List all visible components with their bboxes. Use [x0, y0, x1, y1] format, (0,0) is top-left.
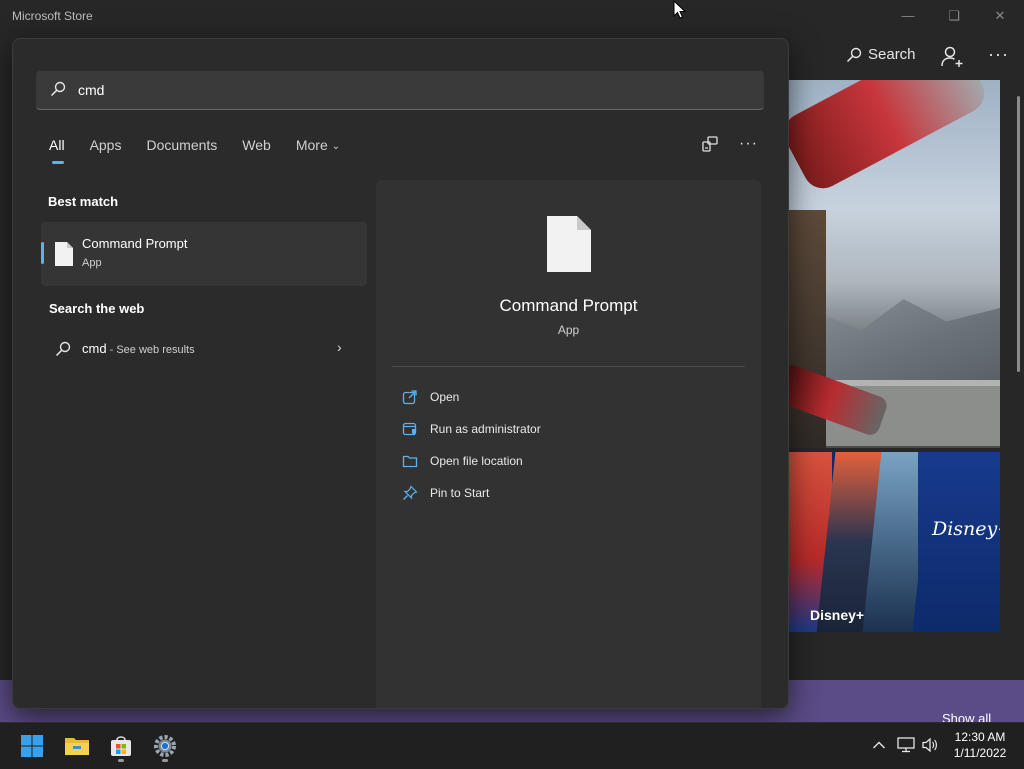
- open-file-location-action[interactable]: Open file location: [402, 449, 523, 473]
- store-titlebar: Microsoft Store — ❏ ✕: [0, 0, 1024, 32]
- settings-icon: [154, 735, 176, 757]
- web-result-text: cmd - See web results: [82, 341, 195, 356]
- chevron-right-icon[interactable]: ›: [337, 339, 349, 355]
- promo-label: Disney+: [810, 607, 865, 623]
- clock-date: 1/11/2022: [953, 746, 1007, 760]
- start-button[interactable]: [17, 731, 47, 761]
- store-search-label: Search: [868, 46, 916, 63]
- search-tools: ···: [701, 135, 758, 153]
- network-icon[interactable]: [896, 735, 916, 755]
- mouse-cursor-icon: [673, 0, 687, 19]
- pin-to-start-action[interactable]: Pin to Start: [402, 481, 489, 505]
- file-icon: [547, 216, 591, 272]
- tab-more[interactable]: More ⌄: [296, 137, 340, 167]
- best-match-name: Command Prompt: [82, 236, 188, 251]
- clock-time: 12:30 AM: [954, 730, 1006, 744]
- shield-admin-icon: [402, 422, 417, 436]
- detail-app-name: Command Prompt: [499, 296, 638, 315]
- microsoft-store-button[interactable]: [106, 731, 136, 761]
- microsoft-store-icon: [111, 736, 131, 756]
- search-filter-tabs: All Apps Documents Web More ⌄: [49, 137, 365, 167]
- start-icon: [21, 735, 43, 757]
- search-icon: [55, 341, 71, 357]
- run-as-admin-action[interactable]: Run as administrator: [402, 417, 541, 441]
- store-window-title: Microsoft Store: [12, 9, 93, 23]
- add-account-icon[interactable]: [940, 45, 964, 69]
- close-button[interactable]: ✕: [988, 6, 1012, 26]
- tab-documents[interactable]: Documents: [146, 137, 217, 167]
- store-scrollbar[interactable]: [1017, 96, 1020, 372]
- search-input[interactable]: [78, 79, 738, 101]
- store-search-button[interactable]: Search: [846, 46, 916, 63]
- tab-all[interactable]: All: [49, 137, 65, 167]
- more-options-icon[interactable]: ···: [739, 135, 758, 153]
- tab-apps[interactable]: Apps: [90, 137, 122, 167]
- open-action[interactable]: Open: [402, 385, 459, 409]
- best-match-heading: Best match: [48, 194, 119, 209]
- show-hidden-icons-chevron-icon[interactable]: [869, 735, 889, 755]
- disney-plus-promo[interactable]: Disney+ Disney+: [786, 452, 1000, 632]
- search-icon: [50, 81, 66, 97]
- taskbar: 12:30 AM 1/11/2022: [0, 722, 1024, 769]
- volume-icon[interactable]: [920, 735, 940, 755]
- chevron-down-icon: ⌄: [331, 141, 341, 152]
- file-explorer-icon: [65, 738, 89, 755]
- store-more-icon[interactable]: ···: [988, 44, 1009, 65]
- web-search-result[interactable]: cmd - See web results ›: [41, 331, 367, 367]
- running-indicator: [162, 759, 168, 762]
- tab-web[interactable]: Web: [242, 137, 271, 167]
- running-indicator: [118, 759, 124, 762]
- search-icon: [846, 47, 862, 62]
- open-icon: [402, 390, 417, 405]
- share-device-icon[interactable]: [701, 135, 719, 153]
- file-icon: [55, 242, 73, 266]
- result-detail-pane: Command Prompt App Open Run as administr…: [376, 180, 761, 708]
- detail-app-type: App: [557, 323, 580, 337]
- file-explorer-button[interactable]: [62, 731, 92, 761]
- maximize-button[interactable]: ❏: [942, 6, 966, 26]
- store-hero-image[interactable]: [786, 80, 1000, 448]
- search-flyout: All Apps Documents Web More⌄ ··· Best ma…: [12, 38, 789, 709]
- pin-icon: [403, 485, 418, 500]
- best-match-type: App: [82, 257, 102, 269]
- settings-button[interactable]: [150, 731, 180, 761]
- selection-indicator: [41, 242, 44, 264]
- search-web-heading: Search the web: [49, 301, 145, 316]
- minimize-button[interactable]: —: [896, 6, 920, 26]
- disney-plus-logo: Disney+: [932, 518, 1000, 540]
- divider: [392, 366, 745, 367]
- search-box[interactable]: [36, 71, 764, 110]
- taskbar-clock[interactable]: 12:30 AM 1/11/2022: [944, 729, 1016, 761]
- best-match-item[interactable]: Command Prompt App: [41, 222, 367, 286]
- folder-icon: [402, 455, 418, 468]
